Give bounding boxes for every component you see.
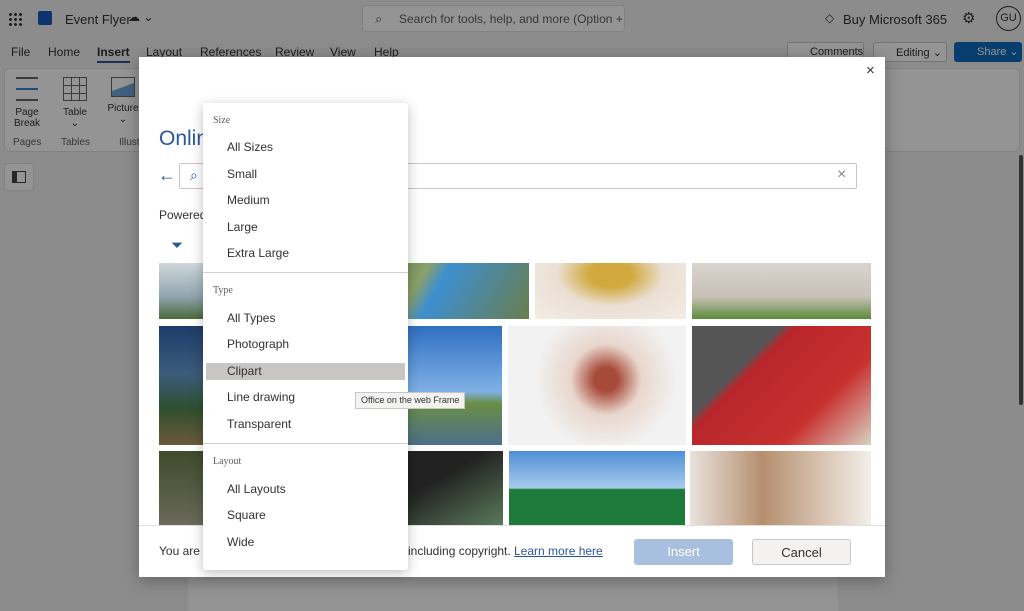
menu-item-label: All Sizes (227, 140, 274, 154)
type-header: Type (213, 285, 233, 296)
footer-notice-end: including copyright. (408, 544, 511, 558)
menu-item-label: Transparent (227, 417, 292, 431)
learn-more-link[interactable]: Learn more here (514, 544, 603, 558)
menu-item-label: Large (227, 220, 258, 234)
image-result[interactable] (509, 451, 685, 525)
menu-item-large[interactable]: Large (206, 219, 405, 236)
footer-notice: You are r (159, 544, 208, 558)
menu-item-transparent[interactable]: Transparent (206, 416, 405, 433)
menu-divider (203, 272, 408, 273)
menu-item-label: All Types (227, 311, 276, 325)
image-result[interactable] (508, 326, 686, 445)
menu-item-photograph[interactable]: Photograph (206, 336, 405, 353)
menu-item-label: Line drawing (227, 390, 296, 404)
filter-icon[interactable]: ⏷ (171, 237, 183, 254)
cancel-button[interactable]: Cancel (752, 539, 851, 565)
search-icon: ⌕ (190, 167, 198, 183)
layout-header: Layout (213, 456, 242, 467)
menu-item-label: Photograph (227, 337, 290, 351)
filter-dropdown-menu: Size All Sizes Small Medium Large Extra … (203, 103, 408, 570)
close-icon[interactable]: × (866, 62, 875, 79)
menu-item-label: Medium (227, 193, 270, 207)
menu-item-label: Small (227, 167, 258, 181)
menu-item-square[interactable]: Square (206, 507, 405, 524)
menu-item-extra-large[interactable]: Extra Large (206, 245, 405, 262)
menu-divider (203, 443, 408, 444)
powered-by-text: Powered (159, 208, 207, 222)
menu-item-all-layouts[interactable]: All Layouts (206, 481, 405, 498)
tooltip-text: Office on the web Frame (361, 395, 460, 405)
menu-item-label: Extra Large (227, 246, 290, 260)
menu-item-wide[interactable]: Wide (206, 534, 405, 551)
menu-item-medium[interactable]: Medium (206, 192, 405, 209)
cancel-label: Cancel (781, 545, 822, 560)
image-result[interactable] (692, 263, 871, 319)
image-result[interactable] (692, 326, 871, 445)
insert-button[interactable]: Insert (634, 539, 733, 565)
back-arrow-icon[interactable]: ← (158, 165, 176, 186)
menu-item-all-types[interactable]: All Types (206, 310, 405, 327)
menu-item-label: Clipart (227, 364, 262, 378)
size-header: Size (213, 115, 231, 126)
image-result[interactable] (535, 263, 686, 319)
clear-search-icon[interactable]: × (837, 166, 846, 184)
insert-label: Insert (667, 544, 700, 559)
tooltip: Office on the web Frame (355, 392, 466, 409)
dialog-title: Onlin (159, 127, 209, 150)
menu-item-label: Square (227, 508, 266, 522)
menu-item-all-sizes[interactable]: All Sizes (206, 139, 405, 156)
menu-item-clipart[interactable]: Clipart (206, 363, 405, 380)
menu-item-label: Wide (227, 535, 255, 549)
menu-item-small[interactable]: Small (206, 166, 405, 183)
image-result[interactable] (690, 451, 871, 525)
menu-item-label: All Layouts (227, 482, 286, 496)
